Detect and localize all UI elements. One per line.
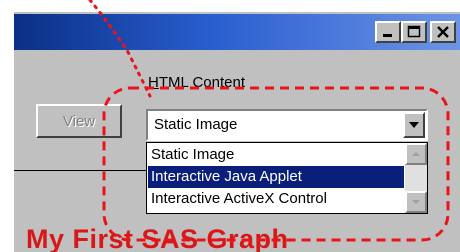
arrow-up-icon xyxy=(412,152,420,156)
label-text: TML Content xyxy=(158,74,245,91)
page-headline: My First SAS Graph xyxy=(26,224,289,252)
minimize-button[interactable] xyxy=(375,21,401,43)
dropdown-item-label: Static Image xyxy=(151,146,235,163)
label-accelerator: H xyxy=(148,74,159,91)
dropdown-item-static-image[interactable]: Static Image xyxy=(148,144,404,166)
dropdown-item-activex-control[interactable]: Interactive ActiveX Control xyxy=(148,188,404,210)
dropdown-item-java-applet[interactable]: Interactive Java Applet xyxy=(148,166,404,188)
dropdown-scrollbar[interactable] xyxy=(405,143,427,213)
dropdown-item-label: Interactive Java Applet xyxy=(151,168,302,185)
dropdown-item-label: Interactive ActiveX Control xyxy=(151,190,327,207)
html-content-label: HTML Content xyxy=(148,74,245,91)
maximize-button[interactable] xyxy=(401,21,427,43)
dropdown-toggle-button[interactable] xyxy=(403,112,425,138)
chevron-down-icon xyxy=(409,122,419,128)
maximize-icon xyxy=(407,25,421,38)
html-content-select[interactable]: Static Image xyxy=(146,109,428,141)
view-button-label: View xyxy=(62,112,96,130)
select-value: Static Image xyxy=(154,116,238,133)
scroll-up-button[interactable] xyxy=(405,143,427,165)
close-button[interactable] xyxy=(430,21,456,43)
arrow-down-icon xyxy=(412,200,420,204)
minimize-icon xyxy=(383,34,392,37)
view-button[interactable]: View xyxy=(36,104,122,138)
separator-line xyxy=(14,170,150,171)
title-bar-buttons xyxy=(375,21,456,43)
screenshot-stage: HTML Content View Static Image Static Im… xyxy=(0,0,460,252)
title-bar[interactable] xyxy=(14,14,460,50)
scroll-down-button[interactable] xyxy=(405,191,427,213)
dropdown-list[interactable]: Static Image Interactive Java Applet Int… xyxy=(146,142,428,214)
close-icon xyxy=(437,26,449,38)
